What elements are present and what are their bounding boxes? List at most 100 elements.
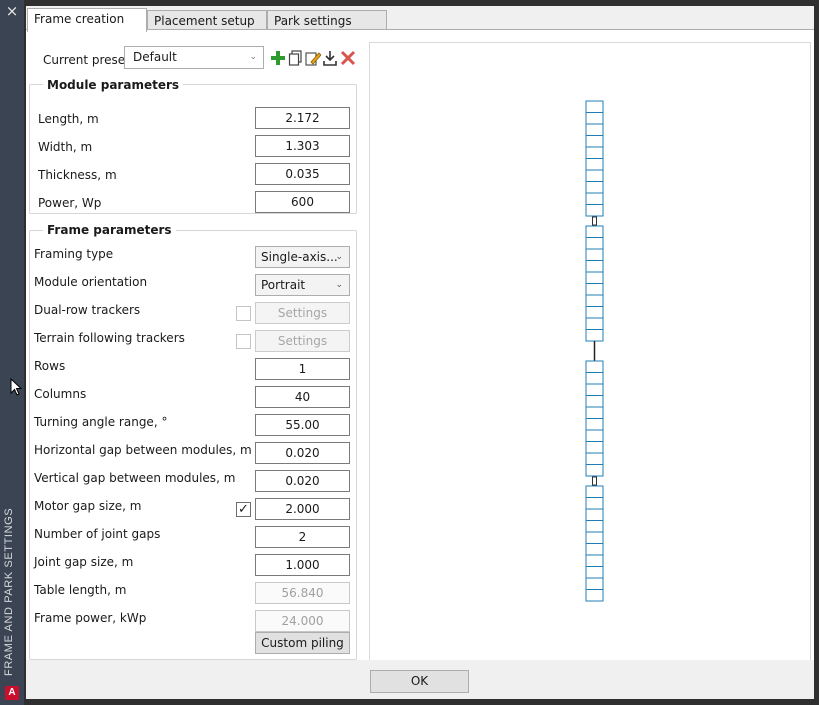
horizontal-gap-label: Horizontal gap between modules, m [34, 443, 252, 457]
module-rect [585, 566, 604, 579]
turning-angle-label: Turning angle range, ° [34, 415, 168, 429]
turning-angle-input[interactable]: 55.00 [255, 414, 350, 436]
module-orientation-value: Portrait [261, 278, 306, 292]
module-rect [585, 520, 604, 533]
module-rect [585, 169, 604, 182]
table-length-output: 56.840 [255, 582, 350, 604]
module-rect [585, 135, 604, 148]
module-rect [585, 225, 604, 238]
mouse-cursor-icon [10, 378, 22, 396]
module-rect [585, 237, 604, 250]
module-rect [585, 429, 604, 442]
motor-gap-input[interactable]: 2.000 [255, 498, 350, 520]
module-rect [585, 406, 604, 419]
tab-placement-setup[interactable]: Placement setup [147, 10, 267, 30]
copy-icon[interactable] [288, 50, 304, 66]
module-rect [585, 441, 604, 454]
edit-icon[interactable] [305, 50, 321, 66]
terrain-settings-button[interactable]: Settings [255, 330, 350, 352]
module-rect [585, 360, 604, 373]
module-rect [585, 531, 604, 544]
framing-type-value: Single-axis... [261, 250, 338, 264]
length-input[interactable]: 2.172 [255, 107, 350, 129]
frame-preview-drawing [585, 100, 604, 602]
joint-gaps-count-label: Number of joint gaps [34, 527, 161, 541]
import-icon[interactable] [322, 50, 338, 66]
thickness-input[interactable]: 0.035 [255, 163, 350, 185]
frame-preview-panel [369, 42, 811, 662]
module-rect [585, 248, 604, 261]
dual-row-settings-button[interactable]: Settings [255, 302, 350, 324]
columns-input[interactable]: 40 [255, 386, 350, 408]
joint-gap-size-label: Joint gap size, m [34, 555, 134, 569]
tab-park-settings[interactable]: Park settings [267, 10, 387, 30]
joint-gaps-count-input[interactable]: 2 [255, 526, 350, 548]
module-rect [585, 497, 604, 510]
dialog-footer: OK [26, 660, 814, 699]
palette-title: FRAME AND PARK SETTINGS [3, 507, 15, 676]
terrain-following-checkbox[interactable] [236, 334, 251, 349]
dual-row-trackers-label: Dual-row trackers [34, 303, 141, 317]
frame-parameters-title: Frame parameters [43, 222, 176, 238]
module-rect [585, 192, 604, 205]
module-rect [585, 158, 604, 171]
module-rect [585, 577, 604, 590]
chevron-down-icon: ⌄ [335, 252, 343, 262]
module-rect [585, 146, 604, 159]
module-rect [585, 271, 604, 284]
power-label: Power, Wp [38, 196, 102, 210]
module-orientation-dropdown[interactable]: Portrait ⌄ [255, 274, 350, 296]
palette-sidebar: × FRAME AND PARK SETTINGS A [0, 0, 24, 705]
motor-gap-checkbox[interactable]: ✓ [236, 502, 251, 517]
custom-piling-button[interactable]: Custom piling [255, 632, 350, 654]
horizontal-gap-input[interactable]: 0.020 [255, 442, 350, 464]
delete-icon[interactable] [340, 50, 356, 66]
module-rect [585, 283, 604, 296]
vertical-gap-input[interactable]: 0.020 [255, 470, 350, 492]
module-rect [585, 317, 604, 330]
module-rect [585, 372, 604, 385]
preset-value: Default [133, 50, 177, 64]
module-rect [585, 508, 604, 521]
joint-gap-size-input[interactable]: 1.000 [255, 554, 350, 576]
rows-label: Rows [34, 359, 66, 373]
module-rect [585, 543, 604, 556]
preset-dropdown[interactable]: Default ⌄ [124, 46, 264, 69]
module-parameters-title: Module parameters [43, 77, 184, 93]
framing-type-dropdown[interactable]: Single-axis... ⌄ [255, 246, 350, 268]
autocad-logo-icon: A [5, 686, 19, 700]
module-rect [585, 181, 604, 194]
joint-gap-mark [592, 476, 597, 486]
table-length-label: Table length, m [34, 583, 127, 597]
frame-power-label: Frame power, kWp [34, 611, 147, 625]
vertical-gap-label: Vertical gap between modules, m [34, 471, 236, 485]
framing-type-label: Framing type [34, 247, 114, 261]
module-orientation-label: Module orientation [34, 275, 148, 289]
dual-row-trackers-checkbox[interactable] [236, 306, 251, 321]
rows-input[interactable]: 1 [255, 358, 350, 380]
ok-button[interactable]: OK [370, 670, 469, 693]
frame-settings-dialog: Frame creation Placement setup Park sett… [26, 6, 814, 699]
module-rect [585, 418, 604, 431]
width-label: Width, m [38, 140, 93, 154]
module-rect [585, 464, 604, 477]
close-icon[interactable]: × [5, 2, 19, 20]
module-rect [585, 554, 604, 567]
motor-gap-label: Motor gap size, m [34, 499, 142, 513]
thickness-label: Thickness, m [38, 168, 117, 182]
module-rect [585, 112, 604, 125]
module-rect [585, 294, 604, 307]
module-rect [585, 395, 604, 408]
module-rect [585, 329, 604, 342]
width-input[interactable]: 1.303 [255, 135, 350, 157]
chevron-down-icon: ⌄ [335, 280, 343, 290]
module-rect [585, 452, 604, 465]
module-rect [585, 260, 604, 273]
tab-frame-creation[interactable]: Frame creation [27, 8, 147, 32]
power-input[interactable]: 600 [255, 191, 350, 213]
columns-label: Columns [34, 387, 87, 401]
frame-creation-panel: Current preset Default ⌄ Module paramete… [26, 30, 814, 662]
current-preset-label: Current preset [43, 53, 130, 67]
frame-power-output: 24.000 [255, 610, 350, 632]
add-icon[interactable] [270, 50, 286, 66]
